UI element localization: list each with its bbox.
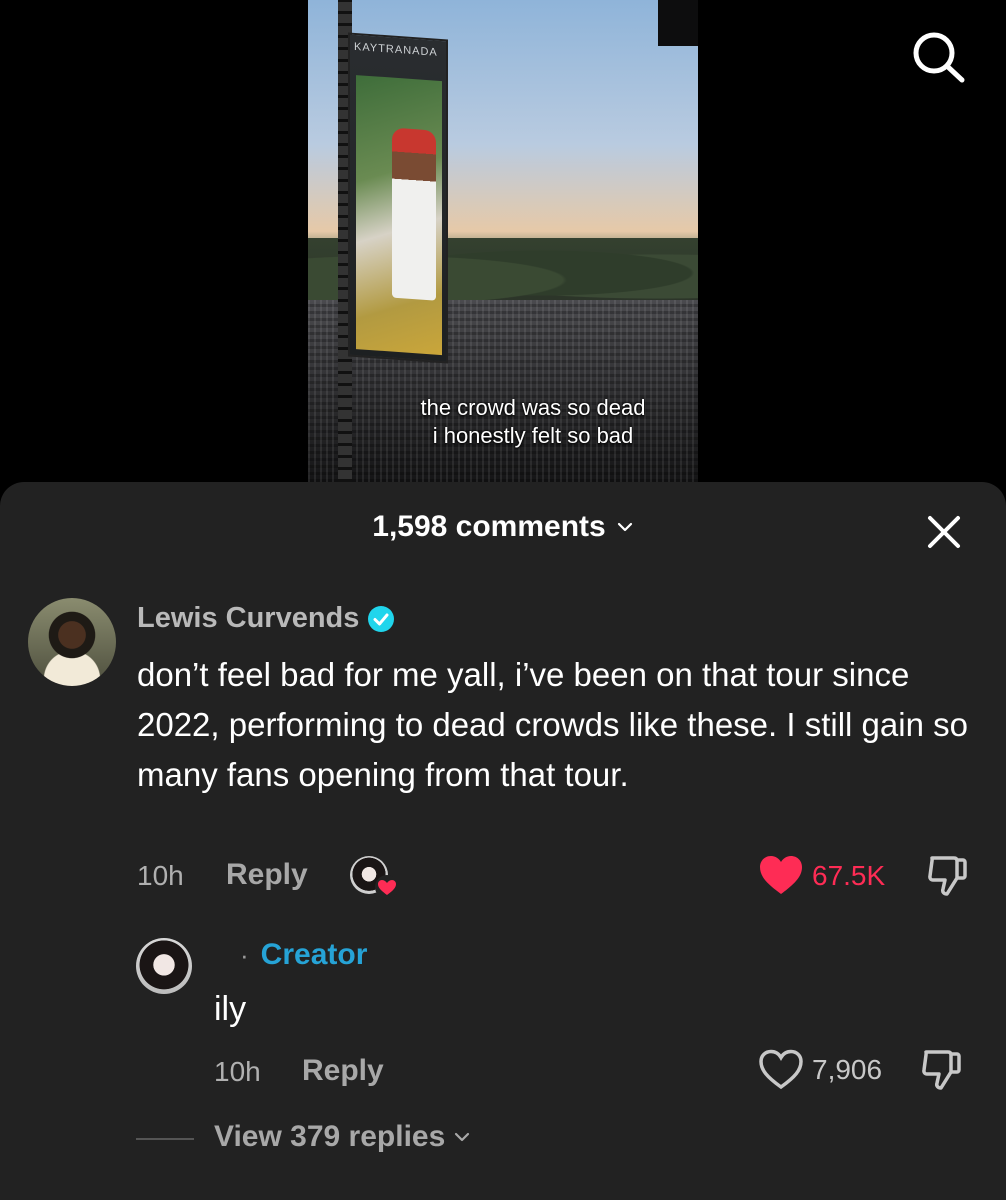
screen-performer [392, 127, 436, 301]
video-player[interactable]: KAYTRANADA the crowd was so dead i hones… [308, 0, 698, 482]
username-text: Lewis Curvends [137, 602, 360, 634]
creator-tag: Creator [260, 938, 368, 971]
view-replies-label: View 379 replies [214, 1120, 446, 1153]
video-caption: the crowd was so dead i honestly felt so… [308, 394, 698, 450]
separator-dot: · [240, 939, 249, 970]
comment-dislike-button[interactable] [926, 854, 968, 903]
caption-line-2: i honestly felt so bad [432, 423, 634, 448]
comments-header: 1,598 comments [0, 510, 1006, 550]
verified-badge-icon [368, 605, 395, 632]
comment-count-dropdown[interactable]: 1,598 comments [372, 510, 633, 544]
close-icon [928, 516, 960, 548]
chevron-down-icon [617, 522, 632, 532]
screen-brand-text: KAYTRANADA [354, 40, 438, 59]
creator-avatar[interactable] [136, 938, 192, 994]
replies-divider [136, 1138, 194, 1140]
comment-reply-button[interactable]: Reply [226, 858, 308, 892]
reply-like-button[interactable] [758, 1048, 804, 1095]
thumbs-down-icon [922, 1050, 961, 1090]
comments-sheet: 1,598 comments Lewis Curvends don’t feel… [0, 482, 1006, 1200]
view-replies-button[interactable]: View 379 replies [214, 1120, 471, 1154]
comment-like-button[interactable] [758, 854, 804, 901]
comment-username[interactable]: Lewis Curvends [137, 602, 395, 635]
heart-outline-icon [759, 1049, 803, 1090]
caption-line-1: the crowd was so dead [420, 395, 646, 420]
commenter-avatar[interactable] [28, 598, 116, 686]
search-icon [913, 32, 965, 83]
reply-author-row: · Creator [240, 938, 367, 972]
search-button[interactable] [908, 28, 968, 88]
reply-like-count: 7,906 [812, 1054, 883, 1085]
comment-text: don’t feel bad for me yall, i’ve been on… [137, 656, 968, 793]
stage-screen: KAYTRANADA [348, 32, 448, 364]
heart-filled-icon [760, 856, 802, 894]
chevron-down-icon [455, 1132, 470, 1142]
comment-count-label: 1,598 comments [372, 510, 606, 543]
reply-reply-button[interactable]: Reply [302, 1054, 384, 1088]
stage-lights [658, 0, 698, 46]
heart-icon [378, 880, 396, 895]
creator-liked-badge [375, 875, 399, 899]
comment-like-count: 67.5K [812, 860, 886, 891]
reply-text: ily [214, 990, 247, 1028]
reply-timestamp: 10h [214, 1056, 261, 1087]
thumbs-down-icon [928, 856, 967, 896]
comment-timestamp: 10h [137, 860, 184, 891]
close-button[interactable] [924, 512, 964, 552]
reply-dislike-button[interactable] [920, 1048, 962, 1097]
